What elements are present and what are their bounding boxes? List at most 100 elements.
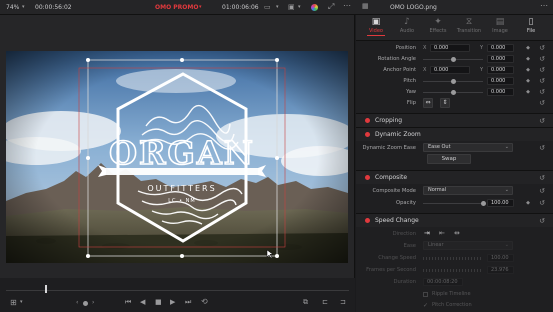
more-icon[interactable]: ⋯ bbox=[343, 2, 351, 10]
transform-handle[interactable] bbox=[86, 58, 90, 62]
keyframe-icon[interactable]: ◆ bbox=[526, 78, 530, 84]
speed-ease-dropdown[interactable]: Linear ⌄ bbox=[423, 241, 513, 250]
forward-direction-icon[interactable]: ⇥ bbox=[424, 230, 430, 237]
tab-transition[interactable]: ⧖ Transition bbox=[455, 17, 483, 34]
transform-handle[interactable] bbox=[180, 254, 184, 258]
speed-change-section-header[interactable]: Speed Change ↺ bbox=[356, 213, 553, 227]
transform-handle[interactable] bbox=[275, 156, 279, 160]
pitch-field[interactable]: 0.000 bbox=[487, 77, 514, 85]
chevron-down-icon[interactable]: ▾ bbox=[276, 5, 279, 10]
yaw-field[interactable]: 0.000 bbox=[487, 88, 514, 96]
playhead[interactable] bbox=[45, 285, 48, 293]
composite-mode-dropdown[interactable]: Normal ⌄ bbox=[423, 186, 513, 195]
tab-audio[interactable]: ♪ Audio bbox=[393, 17, 421, 34]
tab-image[interactable]: ▤ Image bbox=[486, 17, 514, 34]
scrub-track[interactable] bbox=[6, 290, 349, 291]
freeze-frame-icon[interactable]: ⇹ bbox=[454, 230, 460, 237]
enable-toggle[interactable] bbox=[365, 218, 370, 223]
yaw-slider-knob[interactable] bbox=[451, 90, 456, 95]
more-icon[interactable]: ⋯ bbox=[540, 2, 548, 10]
opacity-slider-knob[interactable] bbox=[480, 201, 486, 206]
reset-icon[interactable]: ↺ bbox=[539, 144, 545, 152]
reset-icon[interactable]: ↺ bbox=[539, 66, 545, 74]
change-speed-field[interactable]: 100.00 bbox=[487, 254, 514, 262]
keyframe-icon[interactable]: ◆ bbox=[526, 56, 530, 62]
flip-horizontal-button[interactable]: ⇔ bbox=[423, 98, 433, 108]
rotation-slider-knob[interactable] bbox=[451, 57, 456, 62]
chevron-down-icon[interactable]: ▾ bbox=[199, 5, 202, 10]
layout-icon[interactable]: ▭ bbox=[264, 4, 271, 11]
mark-in-icon[interactable]: ⊏ bbox=[322, 299, 328, 306]
flip-vertical-button[interactable]: ⇕ bbox=[440, 98, 450, 108]
jog-right-icon[interactable]: › bbox=[92, 300, 94, 306]
expand-icon[interactable]: ⤢ bbox=[328, 3, 334, 11]
enable-toggle[interactable] bbox=[365, 175, 370, 180]
tab-video[interactable]: ▣ Video bbox=[362, 17, 390, 36]
viewer-options-icon[interactable]: ⊞ bbox=[10, 299, 17, 307]
reset-icon[interactable]: ↺ bbox=[539, 55, 545, 63]
scrub-bar[interactable] bbox=[0, 278, 355, 294]
mark-out-icon[interactable]: ⊐ bbox=[340, 299, 346, 306]
anchor-x-field[interactable]: 0.000 bbox=[430, 66, 470, 74]
timeline-name-dropdown[interactable]: OMO PROMO bbox=[155, 4, 198, 11]
anchor-y-field[interactable]: 0.000 bbox=[487, 66, 514, 74]
chevron-down-icon[interactable]: ▾ bbox=[22, 5, 25, 10]
reset-icon[interactable]: ↺ bbox=[539, 174, 545, 182]
opacity-slider[interactable] bbox=[423, 203, 483, 204]
keyframe-icon[interactable]: ◆ bbox=[526, 200, 530, 206]
rotation-field[interactable]: 0.000 bbox=[487, 55, 514, 63]
reverse-direction-icon[interactable]: ⇤ bbox=[439, 230, 445, 237]
composite-section-header[interactable]: Composite ↺ bbox=[356, 170, 553, 184]
position-y-field[interactable]: 0.000 bbox=[487, 44, 514, 52]
duration-field[interactable]: 00:00:08:20 bbox=[423, 278, 463, 286]
stop-icon[interactable]: ■ bbox=[155, 299, 162, 306]
swap-button[interactable]: Swap bbox=[427, 154, 471, 164]
loop-icon[interactable]: ⟲ bbox=[201, 298, 208, 306]
go-to-start-icon[interactable]: ⏮ bbox=[125, 299, 131, 306]
change-speed-slider[interactable] bbox=[423, 257, 483, 260]
opacity-field[interactable]: 100.00 bbox=[487, 199, 514, 207]
play-reverse-icon[interactable]: ◀ bbox=[140, 299, 145, 306]
color-wheel-icon[interactable] bbox=[311, 4, 318, 11]
pitch-slider-knob[interactable] bbox=[451, 79, 456, 84]
dynamic-zoom-section-header[interactable]: Dynamic Zoom bbox=[356, 127, 553, 141]
keyframe-icon[interactable]: ◆ bbox=[526, 89, 530, 95]
transform-handle[interactable] bbox=[86, 156, 90, 160]
pitch-correction-checkbox[interactable]: ✓ bbox=[423, 302, 428, 309]
reset-icon[interactable]: ↺ bbox=[539, 199, 545, 207]
match-frame-icon[interactable]: ⧉ bbox=[303, 299, 308, 306]
reset-icon[interactable]: ↺ bbox=[539, 117, 545, 125]
keyframe-icon[interactable]: ◆ bbox=[526, 67, 530, 73]
cropping-section-header[interactable]: Cropping ↺ bbox=[356, 113, 553, 127]
enable-toggle[interactable] bbox=[365, 132, 370, 137]
reset-icon[interactable]: ↺ bbox=[539, 77, 545, 85]
frames-per-second-field[interactable]: 23.976 bbox=[487, 266, 514, 274]
frames-per-second-slider[interactable] bbox=[423, 269, 483, 272]
ripple-timeline-checkbox[interactable] bbox=[423, 292, 428, 297]
reset-icon[interactable]: ↺ bbox=[539, 88, 545, 96]
transform-handle[interactable] bbox=[275, 254, 279, 258]
zoom-level-dropdown[interactable]: 74% bbox=[6, 4, 19, 11]
reset-icon[interactable]: ↺ bbox=[539, 217, 545, 225]
keyframe-icon[interactable]: ◆ bbox=[526, 45, 530, 51]
jog-left-icon[interactable]: ‹ bbox=[76, 300, 78, 306]
reset-icon[interactable]: ↺ bbox=[539, 99, 545, 107]
position-x-field[interactable]: 0.000 bbox=[430, 44, 470, 52]
transform-handle[interactable] bbox=[275, 58, 279, 62]
tab-effects[interactable]: ✦ Effects bbox=[424, 17, 452, 34]
dynamic-zoom-ease-dropdown[interactable]: Ease Out ⌄ bbox=[423, 143, 513, 152]
reset-icon[interactable]: ↺ bbox=[539, 187, 545, 195]
play-icon[interactable]: ▶ bbox=[170, 299, 175, 306]
jog-wheel-icon[interactable] bbox=[83, 301, 88, 306]
tab-file[interactable]: ▯ File bbox=[517, 17, 545, 34]
transform-handle[interactable] bbox=[180, 58, 184, 62]
monitor-icon[interactable]: ▣ bbox=[288, 4, 295, 11]
go-to-end-icon[interactable]: ⏭ bbox=[185, 299, 191, 306]
video-frame[interactable]: ORGAN OUTFITTERS LC • NM bbox=[6, 51, 348, 263]
inspector-icon[interactable]: ▦ bbox=[362, 3, 369, 10]
enable-toggle[interactable] bbox=[365, 118, 370, 123]
chevron-down-icon[interactable]: ▾ bbox=[298, 5, 301, 10]
transform-handle[interactable] bbox=[86, 254, 90, 258]
chevron-down-icon[interactable]: ▾ bbox=[20, 300, 23, 305]
reset-icon[interactable]: ↺ bbox=[539, 44, 545, 52]
